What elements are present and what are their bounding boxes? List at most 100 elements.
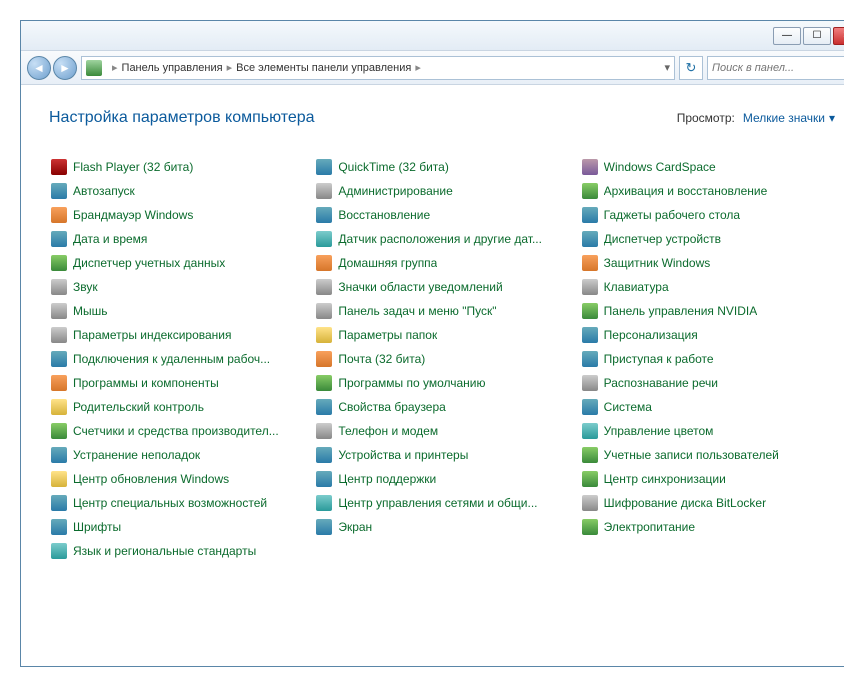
breadcrumb-dropdown[interactable]: ▾ [664, 61, 670, 74]
control-panel-item[interactable]: Центр поддержки [314, 467, 569, 491]
content-area: Настройка параметров компьютера Просмотр… [21, 85, 844, 666]
item-icon [316, 231, 332, 247]
control-panel-item[interactable]: Подключения к удаленным рабоч... [49, 347, 304, 371]
control-panel-item[interactable]: Устранение неполадок [49, 443, 304, 467]
control-panel-item[interactable]: Мышь [49, 299, 304, 323]
control-panel-item[interactable]: Управление цветом [580, 419, 835, 443]
item-icon [582, 231, 598, 247]
control-panel-item[interactable]: Flash Player (32 бита) [49, 155, 304, 179]
item-icon [582, 183, 598, 199]
item-icon [316, 423, 332, 439]
control-panel-item[interactable]: Язык и региональные стандарты [49, 539, 304, 563]
control-panel-item[interactable]: Родительский контроль [49, 395, 304, 419]
control-panel-item[interactable]: Система [580, 395, 835, 419]
chevron-right-icon: ▸ [112, 61, 118, 74]
view-row: Просмотр: Мелкие значки ▾ [677, 111, 835, 125]
control-panel-item[interactable]: Шрифты [49, 515, 304, 539]
control-panel-item[interactable]: Администрирование [314, 179, 569, 203]
control-panel-item[interactable]: QuickTime (32 бита) [314, 155, 569, 179]
control-panel-item[interactable]: Параметры индексирования [49, 323, 304, 347]
item-label: Электропитание [604, 520, 695, 534]
item-icon [582, 303, 598, 319]
control-panel-item[interactable]: Телефон и модем [314, 419, 569, 443]
control-panel-item[interactable]: Гаджеты рабочего стола [580, 203, 835, 227]
control-panel-item[interactable]: Восстановление [314, 203, 569, 227]
maximize-button[interactable]: ☐ [803, 27, 831, 45]
search-input[interactable] [712, 62, 844, 74]
nav-arrows: ◄ ► [27, 56, 77, 80]
control-panel-item[interactable]: Устройства и принтеры [314, 443, 569, 467]
item-icon [51, 159, 67, 175]
item-label: Счетчики и средства производител... [73, 424, 279, 438]
item-label: Панель управления NVIDIA [604, 304, 758, 318]
control-panel-item[interactable]: Дата и время [49, 227, 304, 251]
item-label: Диспетчер устройств [604, 232, 721, 246]
control-panel-item[interactable]: Счетчики и средства производител... [49, 419, 304, 443]
item-icon [316, 255, 332, 271]
item-icon [582, 279, 598, 295]
item-icon [51, 183, 67, 199]
item-label: Шрифты [73, 520, 121, 534]
view-dropdown[interactable]: Мелкие значки ▾ [743, 111, 835, 125]
control-panel-item[interactable]: Защитник Windows [580, 251, 835, 275]
control-panel-item[interactable]: Шифрование диска BitLocker [580, 491, 835, 515]
control-panel-item[interactable]: Клавиатура [580, 275, 835, 299]
item-icon [582, 519, 598, 535]
control-panel-item[interactable]: Центр синхронизации [580, 467, 835, 491]
control-panel-item[interactable]: Программы и компоненты [49, 371, 304, 395]
control-panel-item[interactable]: Датчик расположения и другие дат... [314, 227, 569, 251]
item-label: Центр синхронизации [604, 472, 726, 486]
page-title: Настройка параметров компьютера [49, 109, 315, 127]
back-button[interactable]: ◄ [27, 56, 51, 80]
control-panel-item[interactable]: Распознавание речи [580, 371, 835, 395]
control-panel-item[interactable]: Почта (32 бита) [314, 347, 569, 371]
breadcrumb-part[interactable]: Панель управления [122, 62, 223, 74]
control-panel-item[interactable]: Свойства браузера [314, 395, 569, 419]
control-panel-item[interactable]: Диспетчер учетных данных [49, 251, 304, 275]
items-grid: Flash Player (32 бита)АвтозапускБрандмау… [49, 155, 835, 563]
control-panel-item[interactable]: Электропитание [580, 515, 835, 539]
item-label: Центр обновления Windows [73, 472, 229, 486]
item-icon [51, 519, 67, 535]
control-panel-item[interactable]: Экран [314, 515, 569, 539]
item-icon [51, 423, 67, 439]
control-panel-item[interactable]: Центр управления сетями и общи... [314, 491, 569, 515]
control-panel-item[interactable]: Windows CardSpace [580, 155, 835, 179]
item-label: Центр управления сетями и общи... [338, 496, 537, 510]
breadcrumb-part[interactable]: Все элементы панели управления [236, 62, 411, 74]
control-panel-item[interactable]: Центр обновления Windows [49, 467, 304, 491]
item-label: Подключения к удаленным рабоч... [73, 352, 270, 366]
control-panel-item[interactable]: Персонализация [580, 323, 835, 347]
control-panel-item[interactable]: Программы по умолчанию [314, 371, 569, 395]
view-label: Просмотр: [677, 111, 735, 125]
breadcrumb[interactable]: ▸ Панель управления ▸ Все элементы панел… [81, 56, 675, 80]
control-panel-item[interactable]: Приступая к работе [580, 347, 835, 371]
forward-button[interactable]: ► [53, 56, 77, 80]
item-icon [316, 303, 332, 319]
control-panel-icon [86, 60, 102, 76]
item-label: Родительский контроль [73, 400, 204, 414]
control-panel-item[interactable]: Панель управления NVIDIA [580, 299, 835, 323]
control-panel-item[interactable]: Архивация и восстановление [580, 179, 835, 203]
minimize-button[interactable]: — [773, 27, 801, 45]
control-panel-item[interactable]: Диспетчер устройств [580, 227, 835, 251]
item-icon [316, 279, 332, 295]
control-panel-item[interactable]: Учетные записи пользователей [580, 443, 835, 467]
item-icon [316, 471, 332, 487]
search-box[interactable]: 🔍 [707, 56, 844, 80]
refresh-button[interactable]: ↻ [679, 56, 703, 80]
control-panel-item[interactable]: Центр специальных возможностей [49, 491, 304, 515]
control-panel-item[interactable]: Брандмауэр Windows [49, 203, 304, 227]
control-panel-item[interactable]: Автозапуск [49, 179, 304, 203]
item-icon [51, 255, 67, 271]
control-panel-item[interactable]: Панель задач и меню "Пуск" [314, 299, 569, 323]
item-label: Восстановление [338, 208, 430, 222]
item-icon [582, 327, 598, 343]
navbar: ◄ ► ▸ Панель управления ▸ Все элементы п… [21, 51, 844, 85]
control-panel-item[interactable]: Домашняя группа [314, 251, 569, 275]
control-panel-item[interactable]: Значки области уведомлений [314, 275, 569, 299]
control-panel-item[interactable]: Параметры папок [314, 323, 569, 347]
control-panel-item[interactable]: Звук [49, 275, 304, 299]
item-label: Почта (32 бита) [338, 352, 425, 366]
close-button[interactable]: ✕ [833, 27, 844, 45]
